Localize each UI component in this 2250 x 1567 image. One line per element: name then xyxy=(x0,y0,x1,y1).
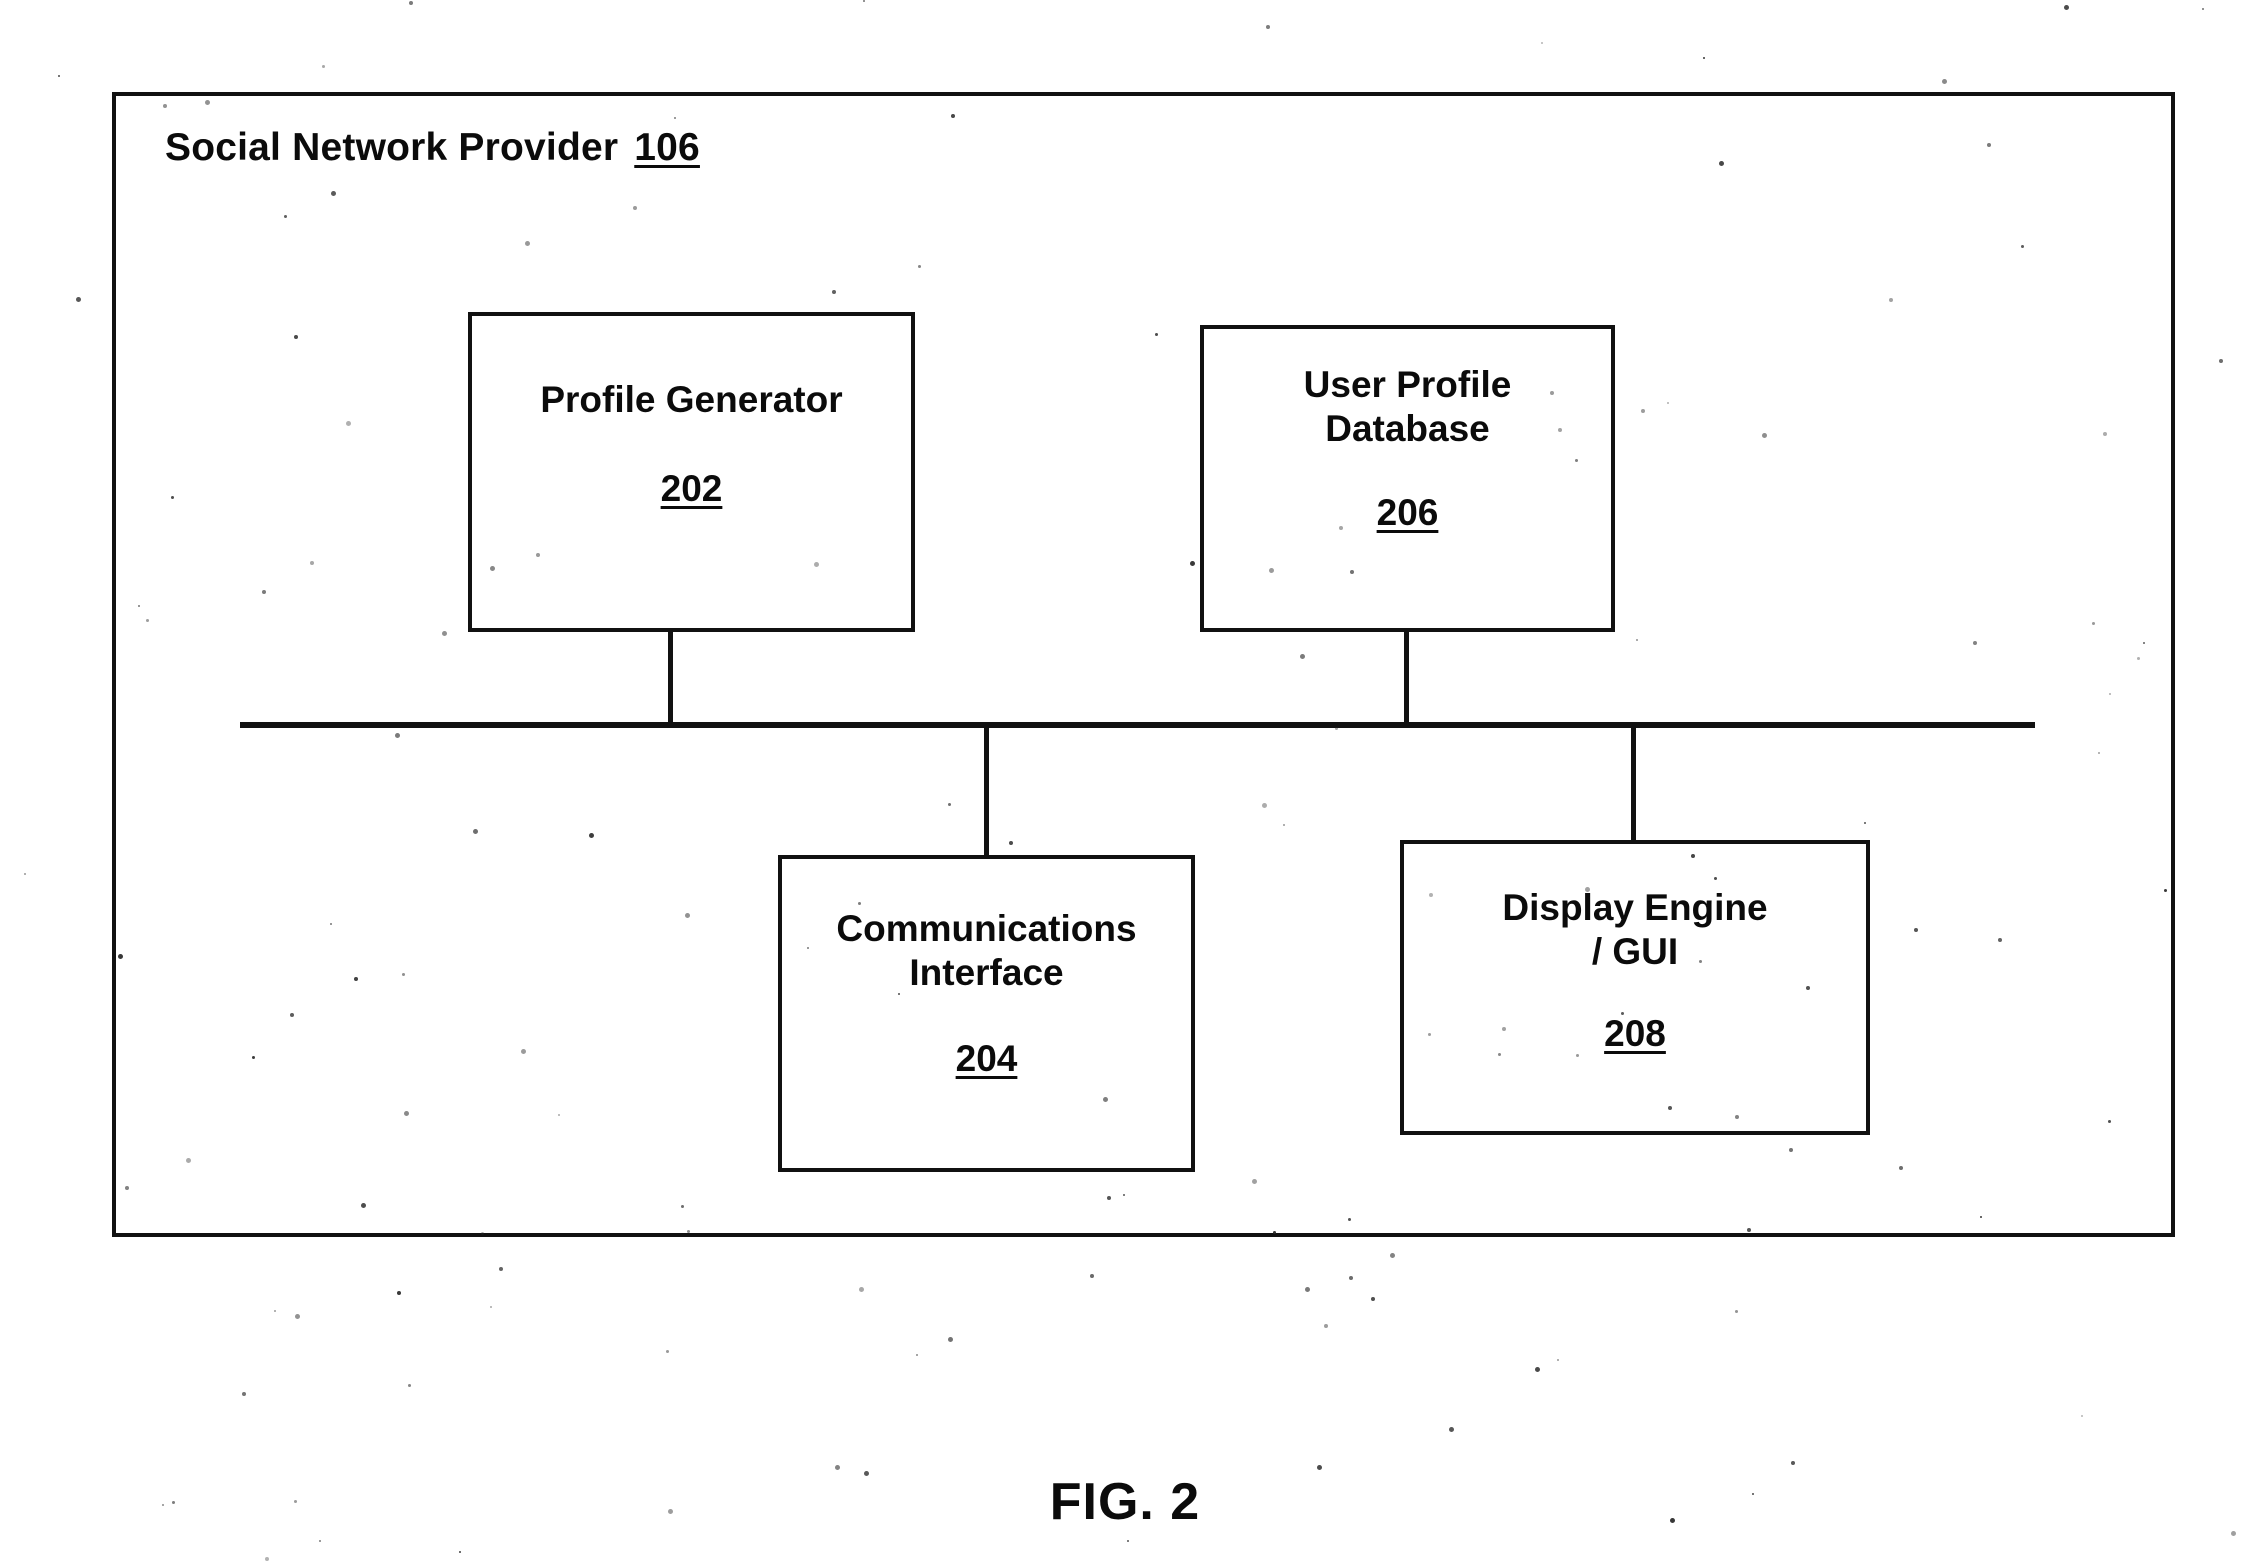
block-profile-generator-label: Profile Generator xyxy=(540,379,843,420)
block-user-profile-database: User Profile Database 206 xyxy=(1200,325,1615,632)
block-communications-interface-reference: 204 xyxy=(955,1037,1018,1079)
connector-user-profile-database-to-bus xyxy=(1404,630,1409,726)
block-display-engine: Display Engine / GUI 208 xyxy=(1400,840,1870,1135)
provider-title-text: Social Network Provider xyxy=(165,126,619,169)
block-display-engine-reference: 208 xyxy=(1604,1012,1666,1054)
block-profile-generator: Profile Generator 202 xyxy=(468,312,915,632)
block-communications-interface-label: Communications Interface xyxy=(836,908,1137,994)
block-communications-interface: Communications Interface 204 xyxy=(778,855,1195,1172)
connector-display-engine-to-bus xyxy=(1631,722,1636,843)
provider-title: Social Network Provider 106 xyxy=(165,126,700,170)
system-bus-line xyxy=(240,722,2035,728)
block-user-profile-database-reference: 206 xyxy=(1376,491,1439,533)
block-user-profile-database-label: User Profile Database xyxy=(1303,364,1512,450)
patent-figure-page: Social Network Provider 106 Profile Gener… xyxy=(0,0,2250,1567)
connector-profile-generator-to-bus xyxy=(668,630,673,726)
figure-caption: FIG. 2 xyxy=(1049,1473,1201,1531)
provider-reference-number: 106 xyxy=(634,126,700,169)
block-profile-generator-reference: 202 xyxy=(660,468,723,510)
block-display-engine-label: Display Engine / GUI xyxy=(1502,887,1768,973)
connector-communications-interface-to-bus xyxy=(984,722,989,858)
